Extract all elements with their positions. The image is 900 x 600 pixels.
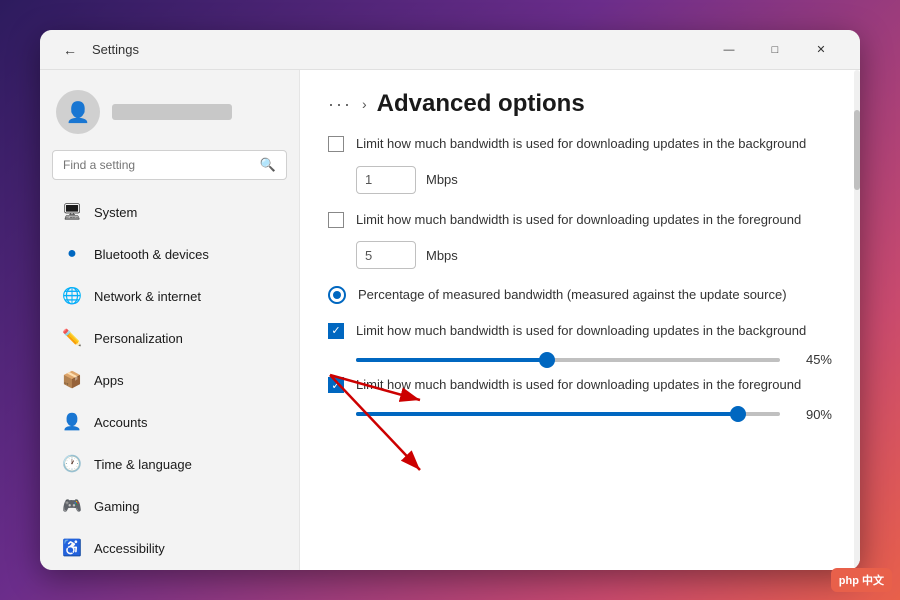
sidebar-item-label: Network & internet [94,289,201,304]
breadcrumb-dots: ··· [328,94,352,115]
bg-limit-checkbox-unchecked[interactable] [328,136,344,152]
fg-limit-row-unchecked: Limit how much bandwidth is used for dow… [328,210,832,230]
radio-label: Percentage of measured bandwidth (measur… [358,285,832,305]
bg-mbps-input[interactable] [356,166,416,194]
title-bar: ← Settings — □ ✕ [40,30,860,70]
page-header: ··· › Advanced options [300,70,860,134]
bg-slider-track[interactable] [356,358,780,362]
bg-slider-pct: 45% [792,352,832,367]
search-icon: 🔍 [260,157,276,173]
fg-limit-checkbox-unchecked[interactable] [328,212,344,228]
sidebar-item-label: Bluetooth & devices [94,247,209,262]
php-badge: php 中文 [831,568,892,592]
settings-window: ← Settings — □ ✕ 👤 🔍 🖥 System ● [40,30,860,570]
fg-limit-row-checked: Limit how much bandwidth is used for dow… [328,375,832,395]
network-icon: 🌐 [62,286,82,306]
system-icon: 🖥 [62,202,82,222]
accessibility-icon: ♿ [62,538,82,558]
sidebar-item-label: Time & language [94,457,192,472]
window-title: Settings [92,42,139,57]
sidebar-item-label: Apps [94,373,124,388]
sidebar-item-gaming[interactable]: 🎮 Gaming [46,486,293,526]
breadcrumb-arrow: › [362,96,367,112]
main-wrapper: ··· › Advanced options Limit how much ba… [300,70,860,570]
sidebar-item-label: Personalization [94,331,183,346]
user-section: 👤 [40,78,299,150]
sidebar-item-label: Accessibility [94,541,165,556]
sidebar-item-accessibility[interactable]: ♿ Accessibility [46,528,293,568]
personalization-icon: ✏️ [62,328,82,348]
bg-slider-thumb[interactable] [539,352,555,368]
scrollbar-thumb[interactable] [854,110,860,190]
sidebar-item-system[interactable]: 🖥 System [46,192,293,232]
sidebar-item-label: Gaming [94,499,140,514]
sidebar-item-network[interactable]: 🌐 Network & internet [46,276,293,316]
bg-mbps-row: Mbps [356,166,832,194]
sidebar-item-time[interactable]: 🕐 Time & language [46,444,293,484]
sidebar: 👤 🔍 🖥 System ● Bluetooth & devices 🌐 Net… [40,70,300,570]
minimize-button[interactable]: — [706,34,752,66]
accounts-icon: 👤 [62,412,82,432]
fg-limit-label-unchecked: Limit how much bandwidth is used for dow… [356,210,832,230]
fg-slider-thumb[interactable] [730,406,746,422]
fg-slider-pct: 90% [792,407,832,422]
sidebar-item-accounts[interactable]: 👤 Accounts [46,402,293,442]
fg-limit-checkbox-checked[interactable] [328,377,344,393]
back-button[interactable]: ← [56,36,84,64]
scrollbar-track[interactable] [854,70,860,570]
settings-content: Limit how much bandwidth is used for dow… [300,134,860,450]
content-area: 👤 🔍 🖥 System ● Bluetooth & devices 🌐 Net… [40,70,860,570]
user-name [112,104,232,120]
fg-slider-section: 90% [356,407,832,422]
sidebar-item-bluetooth[interactable]: ● Bluetooth & devices [46,234,293,274]
fg-slider-track[interactable] [356,412,780,416]
radio-row: Percentage of measured bandwidth (measur… [328,285,832,305]
bg-mbps-label: Mbps [426,172,458,187]
fg-mbps-row: Mbps [356,241,832,269]
sidebar-item-label: Accounts [94,415,147,430]
main-content-area: ··· › Advanced options Limit how much ba… [300,70,860,570]
window-controls: — □ ✕ [706,34,844,66]
sidebar-item-personalization[interactable]: ✏️ Personalization [46,318,293,358]
bg-limit-label-unchecked: Limit how much bandwidth is used for dow… [356,134,832,154]
close-button[interactable]: ✕ [798,34,844,66]
search-bar[interactable]: 🔍 [52,150,287,180]
avatar: 👤 [56,90,100,134]
fg-slider-fill [356,412,738,416]
gaming-icon: 🎮 [62,496,82,516]
bg-slider-row: 45% [356,352,832,367]
bg-slider-fill [356,358,547,362]
apps-icon: 📦 [62,370,82,390]
bluetooth-icon: ● [62,244,82,264]
percentage-radio[interactable] [328,286,346,304]
bg-limit-checkbox-checked[interactable] [328,323,344,339]
maximize-button[interactable]: □ [752,34,798,66]
sidebar-item-apps[interactable]: 📦 Apps [46,360,293,400]
fg-mbps-input[interactable] [356,241,416,269]
bg-limit-label-checked: Limit how much bandwidth is used for dow… [356,321,832,341]
fg-slider-row: 90% [356,407,832,422]
time-icon: 🕐 [62,454,82,474]
fg-mbps-label: Mbps [426,248,458,263]
bg-limit-row-checked: Limit how much bandwidth is used for dow… [328,321,832,341]
page-title: Advanced options [377,90,585,118]
fg-limit-label-checked: Limit how much bandwidth is used for dow… [356,375,832,395]
bg-slider-section: 45% [356,352,832,367]
bg-limit-row-unchecked: Limit how much bandwidth is used for dow… [328,134,832,154]
sidebar-item-label: System [94,205,137,220]
search-input[interactable] [63,158,252,172]
